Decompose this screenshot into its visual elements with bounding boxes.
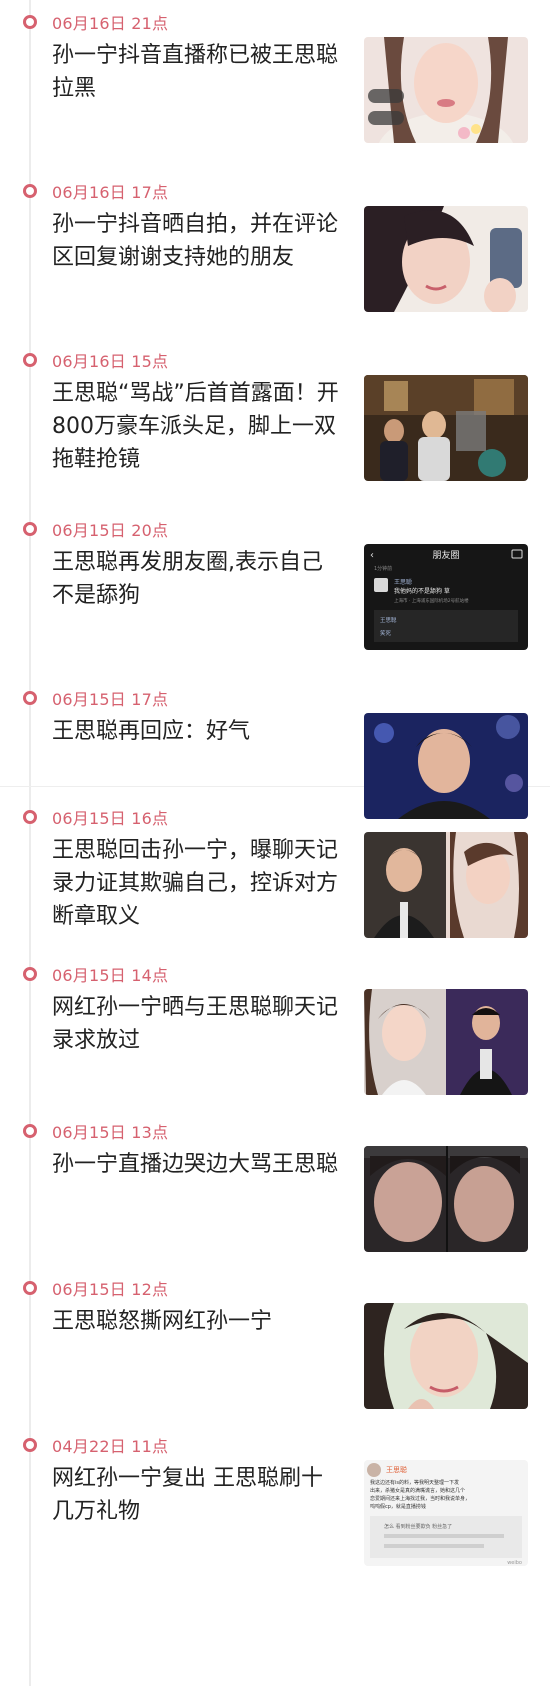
thumbnail-image[interactable]: [364, 1146, 528, 1252]
news-item[interactable]: 06月15日 14点 网红孙一宁晒与王思聪聊天记录求放过: [0, 957, 550, 1126]
news-item[interactable]: 06月16日 21点 孙一宁抖音直播称已被王思聪拉黑: [0, 5, 550, 174]
news-item[interactable]: 06月15日 16点 王思聪回击孙一宁，曝聊天记录力证其欺骗自己，控诉对方断章取…: [0, 800, 550, 969]
item-title[interactable]: 王思聪“骂战”后首首露面！开800万豪车派头足，脚上一双拖鞋抢镜: [52, 377, 340, 476]
timeline-dot: [23, 691, 37, 705]
item-time: 06月15日 20点: [52, 521, 169, 540]
timeline-dot: [23, 1438, 37, 1452]
item-title[interactable]: 孙一宁抖音晒自拍，并在评论区回复谢谢支持她的朋友: [52, 208, 340, 274]
item-time: 06月15日 16点: [52, 809, 169, 828]
moments-reply: 笑死: [380, 629, 392, 637]
item-title[interactable]: 王思聪回击孙一宁，曝聊天记录力证其欺骗自己，控诉对方断章取义: [52, 834, 340, 933]
comment-line: 我这边还有is的料，等我明天整理一下发: [370, 1479, 459, 1486]
news-item[interactable]: 06月15日 20点 王思聪再发朋友圈,表示自己不是舔狗 ‹ 朋友圈 1分钟前 …: [0, 512, 550, 681]
thumbnail-image[interactable]: [364, 375, 528, 481]
watermark: weibo: [507, 1560, 522, 1566]
item-time: 06月16日 21点: [52, 14, 169, 33]
comment-line: 恋爱期间还来上海找过我，当时和我说单身，: [370, 1495, 470, 1502]
item-title[interactable]: 孙一宁抖音直播称已被王思聪拉黑: [52, 39, 340, 105]
moments-time: 1分钟前: [374, 565, 392, 572]
item-time: 06月16日 17点: [52, 183, 169, 202]
comment-line: 出来，杀猪女是真的满嘴谎言，她和这几个: [370, 1487, 465, 1494]
thumbnail-image[interactable]: [364, 989, 528, 1095]
item-time: 06月15日 12点: [52, 1280, 169, 1299]
item-title[interactable]: 王思聪怒撕网红孙一宁: [52, 1305, 340, 1338]
timeline-dot: [23, 522, 37, 536]
timeline-dot: [23, 184, 37, 198]
item-time: 06月15日 14点: [52, 966, 169, 985]
moments-header: 朋友圈: [432, 549, 459, 561]
timeline-dot: [23, 1281, 37, 1295]
thumbnail-image[interactable]: [364, 37, 528, 143]
thumbnail-image[interactable]: 王思聪 我这边还有is的料，等我明天整理一下发 出来，杀猪女是真的满嘴谎言，她和…: [364, 1460, 528, 1566]
item-title[interactable]: 网红孙一宁复出 王思聪刷十几万礼物: [52, 1462, 340, 1528]
news-item[interactable]: 06月16日 17点 孙一宁抖音晒自拍，并在评论区回复谢谢支持她的朋友: [0, 174, 550, 343]
comment-line: 呜呜假cp，就是直播捞钱: [370, 1503, 426, 1510]
news-item[interactable]: 06月15日 13点 孙一宁直播边哭边大骂王思聪: [0, 1114, 550, 1283]
thumbnail-image[interactable]: ‹ 朋友圈 1分钟前 王思聪 我他妈的不是舔狗 草 上海市 · 上海浦东国际机场…: [364, 544, 528, 650]
news-item[interactable]: 06月16日 15点 王思聪“骂战”后首首露面！开800万豪车派头足，脚上一双拖…: [0, 343, 550, 512]
item-title[interactable]: 网红孙一宁晒与王思聪聊天记录求放过: [52, 991, 340, 1057]
comment-name: 王思聪: [386, 1465, 407, 1474]
timeline-dot: [23, 810, 37, 824]
timeline-dot: [23, 967, 37, 981]
timeline-dot: [23, 15, 37, 29]
item-time: 06月16日 15点: [52, 352, 169, 371]
comment-reply: 怎么 看到粉丝要欺负 粉丝急了: [384, 1523, 452, 1530]
moments-location: 上海市 · 上海浦东国际机场2号航站楼: [394, 597, 469, 604]
thumbnail-image[interactable]: [364, 206, 528, 312]
news-item[interactable]: 06月15日 12点 王思聪怒撕网红孙一宁: [0, 1271, 550, 1440]
thumbnail-image[interactable]: [364, 1303, 528, 1409]
moments-name: 王思聪: [394, 578, 412, 586]
item-title[interactable]: 王思聪再发朋友圈,表示自己不是舔狗: [52, 546, 340, 612]
timeline-dot: [23, 353, 37, 367]
moments-text: 我他妈的不是舔狗 草: [394, 587, 450, 595]
item-time: 06月15日 17点: [52, 690, 169, 709]
thumbnail-image[interactable]: [364, 832, 528, 938]
timeline-dot: [23, 1124, 37, 1138]
item-title[interactable]: 王思聪再回应：好气: [52, 715, 340, 748]
item-time: 04月22日 11点: [52, 1437, 169, 1456]
svg-text:‹: ‹: [370, 550, 374, 561]
item-time: 06月15日 13点: [52, 1123, 169, 1142]
news-item[interactable]: 04月22日 11点 网红孙一宁复出 王思聪刷十几万礼物 王思聪 我这边还有is…: [0, 1428, 550, 1597]
moments-like: 王思聪: [380, 616, 397, 624]
item-title[interactable]: 孙一宁直播边哭边大骂王思聪: [52, 1148, 340, 1181]
